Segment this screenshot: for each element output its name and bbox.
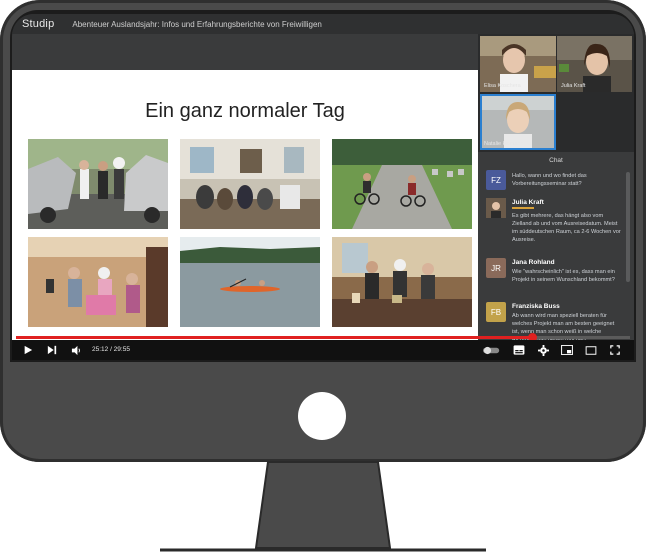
monitor-stand [160,461,486,552]
